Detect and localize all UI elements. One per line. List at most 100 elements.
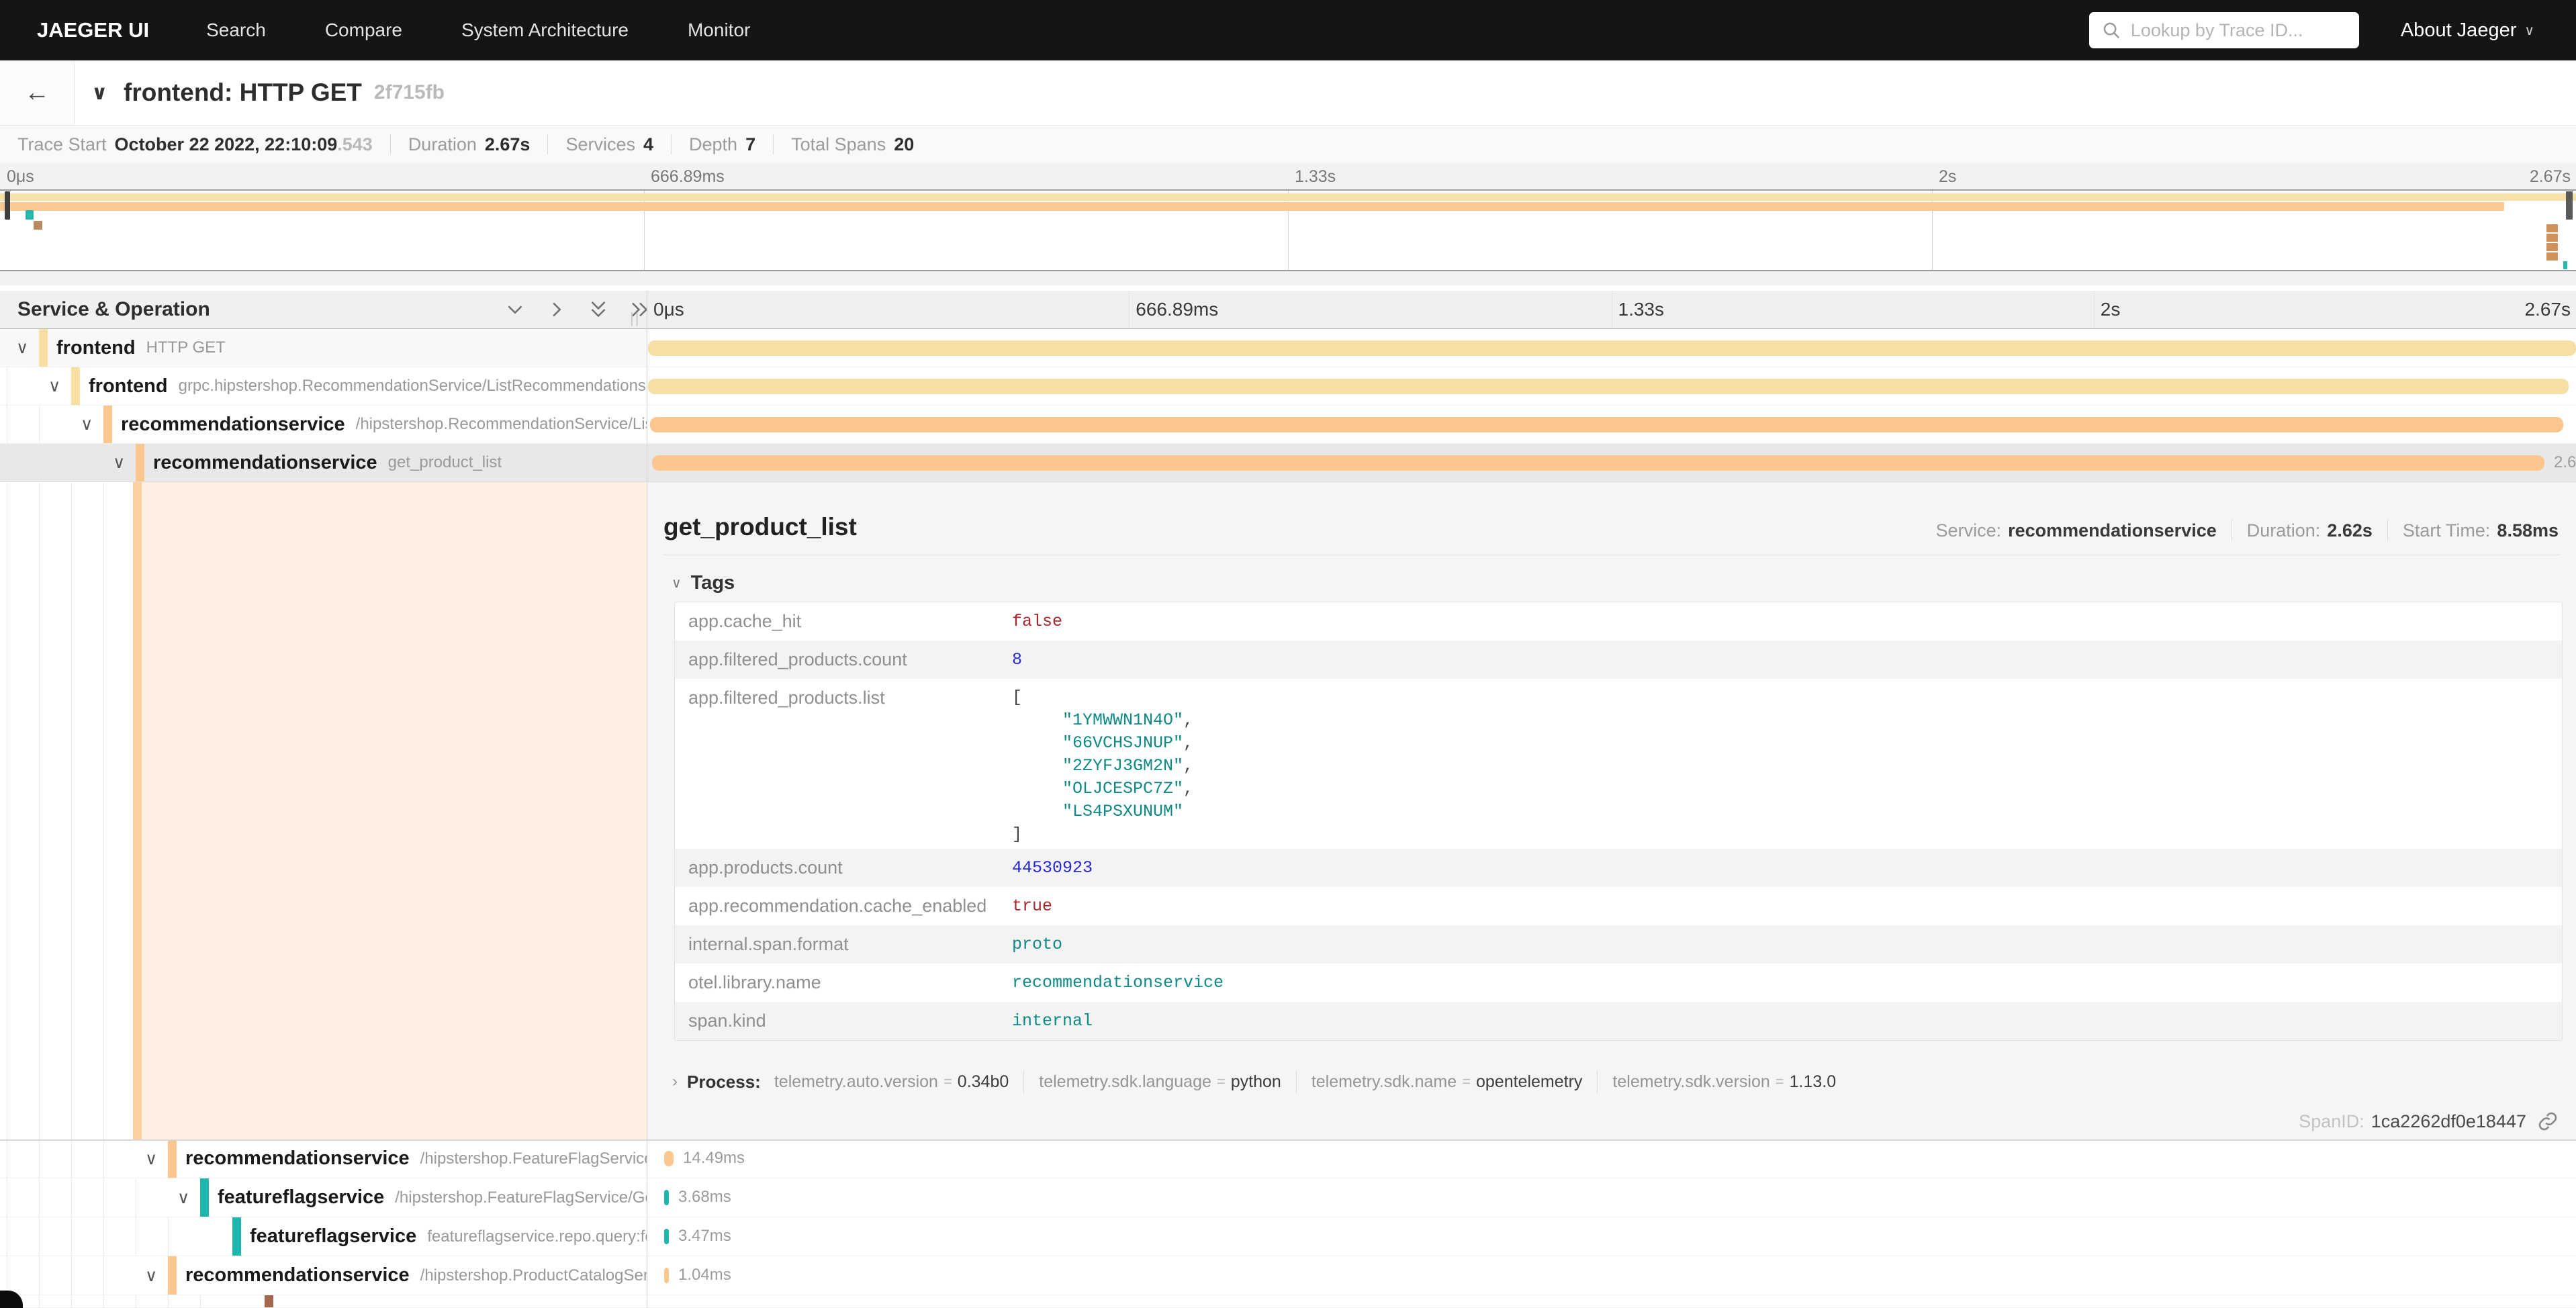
span-detail-indent — [0, 482, 647, 1139]
span-row-partial[interactable] — [0, 1295, 2576, 1308]
tag-row[interactable]: app.filtered_products.list["1YMWWN1N4O",… — [675, 679, 2562, 849]
tags-section-toggle[interactable]: ∨ Tags — [672, 572, 735, 594]
nav-item-system-architecture[interactable]: System Architecture — [461, 19, 629, 41]
chevron-down-icon: ∨ — [672, 575, 682, 592]
span-row[interactable]: ∨ frontendHTTP GET — [0, 329, 2576, 367]
page-title: frontend: HTTP GET 2f715fb — [124, 60, 445, 125]
tag-value: ["1YMWWN1N4O","66VCHSJNUP","2ZYFJ3GM2N",… — [1012, 679, 1193, 849]
list-item: "LS4PSXUNUM" — [1012, 800, 1193, 823]
span-row[interactable]: ∨ featureflagservice/hipstershop.FeatureF… — [0, 1178, 2576, 1217]
collapse-trace-chevron-icon[interactable]: ∨ — [91, 60, 107, 125]
trace-id-search[interactable] — [2089, 12, 2359, 48]
indent-guide — [71, 1217, 72, 1256]
span-row[interactable]: ∨ recommendationservice/hipstershop.Recom… — [0, 406, 2576, 444]
span-color-accent — [265, 1295, 273, 1307]
tree-tools — [502, 291, 669, 328]
span-service-name: featureflagservice — [218, 1186, 384, 1209]
span-name[interactable]: recommendationservice/hipstershop.Featur… — [185, 1139, 647, 1178]
expand-chevron-icon[interactable]: ∨ — [81, 406, 93, 443]
divider — [2387, 520, 2388, 541]
span-duration-label: 3.68ms — [678, 1188, 731, 1207]
span-name[interactable]: frontendHTTP GET — [56, 329, 226, 367]
span-duration-bar[interactable] — [650, 417, 2563, 432]
collapse-one-icon[interactable] — [502, 297, 528, 322]
tag-row[interactable]: app.filtered_products.count8 — [675, 641, 2562, 679]
trace-id-search-input[interactable] — [2129, 19, 2347, 42]
span-row[interactable]: ∨ recommendationservice/hipstershop.Featu… — [0, 1139, 2576, 1178]
nav-item-monitor[interactable]: Monitor — [688, 19, 750, 41]
span-duration-bar[interactable] — [652, 455, 2544, 471]
span-row[interactable]: featureflagservicefeatureflagservice.rep… — [0, 1217, 2576, 1256]
span-name[interactable]: recommendationservice/hipstershop.Recomm… — [121, 406, 647, 443]
about-jaeger-menu[interactable]: About Jaeger ∨ — [2401, 19, 2534, 42]
span-name[interactable]: featureflagservice/hipstershop.FeatureFl… — [218, 1178, 647, 1217]
indent-guide — [103, 1178, 104, 1217]
span-detail-panel: get_product_list Service:recommendations… — [647, 482, 2576, 1139]
expand-chevron-icon[interactable]: ∨ — [177, 1178, 189, 1217]
process-tag-key: telemetry.sdk.name — [1312, 1072, 1457, 1092]
tag-row[interactable]: span.kindinternal — [675, 1002, 2562, 1040]
expand-chevron-icon[interactable]: ∨ — [145, 1256, 157, 1295]
span-id-label: SpanID: — [2299, 1111, 2364, 1132]
process-label: Process: — [687, 1072, 761, 1092]
span-row[interactable]: ∨ recommendationservice/hipstershop.Produ… — [0, 1256, 2576, 1295]
detail-meta-value: 8.58ms — [2497, 520, 2559, 541]
span-duration-bar[interactable] — [664, 1268, 669, 1283]
equals-sign: = — [1462, 1073, 1471, 1090]
summary-item: Services4 — [565, 134, 653, 155]
back-button[interactable]: ← — [0, 60, 75, 125]
span-service-name: recommendationservice — [121, 414, 345, 436]
span-service-name: recommendationservice — [185, 1264, 410, 1287]
indent-guide — [71, 1256, 72, 1295]
copy-link-icon[interactable] — [2537, 1111, 2559, 1132]
span-row[interactable]: ∨recommendationserviceget_product_list2.… — [0, 444, 2576, 482]
list-item-string: "OLJCESPC7Z" — [1062, 779, 1183, 798]
span-name[interactable]: featureflagservicefeatureflagservice.rep… — [250, 1217, 647, 1256]
expand-chevron-icon[interactable]: ∨ — [113, 444, 125, 481]
expand-chevron-icon[interactable]: ∨ — [145, 1139, 157, 1178]
span-duration-bar[interactable] — [648, 379, 2569, 394]
span-row-tree — [0, 1295, 647, 1307]
process-row[interactable]: › Process: telemetry.auto.version=0.34b0… — [672, 1070, 1836, 1093]
indent-guide — [103, 1295, 104, 1307]
span-row-tree: ∨ featureflagservice/hipstershop.FeatureF… — [0, 1178, 647, 1217]
nav-item-search[interactable]: Search — [206, 19, 266, 41]
span-duration-bar[interactable] — [664, 1151, 674, 1166]
expand-chevron-icon[interactable]: ∨ — [16, 329, 28, 367]
nav-item-compare[interactable]: Compare — [325, 19, 402, 41]
minimap-canvas[interactable] — [0, 189, 2576, 271]
column-resize-grip[interactable]: || — [630, 310, 640, 327]
minimap-span-bar — [2546, 234, 2558, 242]
tag-row[interactable]: otel.library.namerecommendationservice — [675, 964, 2562, 1002]
expand-chevron-icon[interactable]: ∨ — [48, 367, 60, 405]
divider — [773, 134, 774, 154]
span-color-accent — [136, 444, 144, 481]
span-color-accent — [39, 329, 48, 367]
summary-value: 4 — [643, 134, 653, 155]
span-row[interactable]: ∨ frontendgrpc.hipstershop.Recommendation… — [0, 367, 2576, 406]
tag-row[interactable]: internal.span.formatproto — [675, 925, 2562, 964]
divider — [1023, 1070, 1024, 1093]
minimap-span-bar — [2566, 191, 2573, 220]
collapse-all-icon[interactable] — [586, 297, 611, 322]
span-name[interactable]: recommendationservice/hipstershop.Produc… — [185, 1256, 647, 1295]
brand-jaeger-ui[interactable]: JAEGER UI — [37, 18, 149, 42]
span-operation-name: featureflagservice.repo.query:fe… — [427, 1227, 647, 1246]
tag-row[interactable]: app.recommendation.cache_enabledtrue — [675, 887, 2562, 925]
expand-one-icon[interactable] — [544, 297, 569, 322]
span-duration-bar[interactable] — [664, 1190, 669, 1205]
tag-row[interactable]: app.cache_hitfalse — [675, 602, 2562, 641]
span-duration-bar[interactable] — [648, 340, 2576, 356]
span-name[interactable]: recommendationserviceget_product_list — [153, 444, 502, 481]
tag-row[interactable]: app.products.count44530923 — [675, 849, 2562, 887]
span-name[interactable]: frontendgrpc.hipstershop.RecommendationS… — [89, 367, 646, 405]
span-row-tree: ∨ recommendationservice/hipstershop.Produ… — [0, 1256, 647, 1295]
span-duration-bar[interactable] — [664, 1229, 669, 1244]
span-duration-label: 3.47ms — [678, 1227, 731, 1246]
comma: , — [1183, 779, 1193, 798]
divider — [1597, 1070, 1598, 1093]
process-tag: telemetry.sdk.name=opentelemetry — [1312, 1072, 1583, 1092]
chevron-right-icon: › — [672, 1072, 678, 1091]
comma: , — [1183, 733, 1193, 753]
indent-guide — [168, 1217, 169, 1256]
